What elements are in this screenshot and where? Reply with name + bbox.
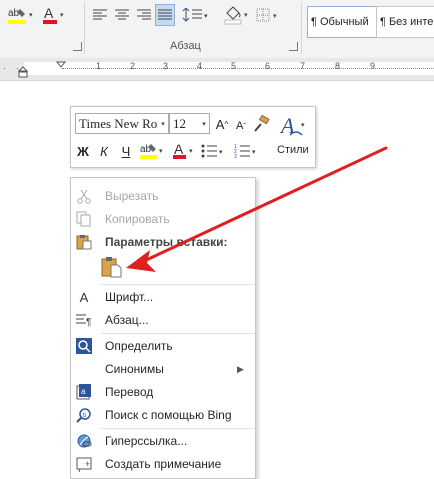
annotation-arrow <box>126 146 388 272</box>
